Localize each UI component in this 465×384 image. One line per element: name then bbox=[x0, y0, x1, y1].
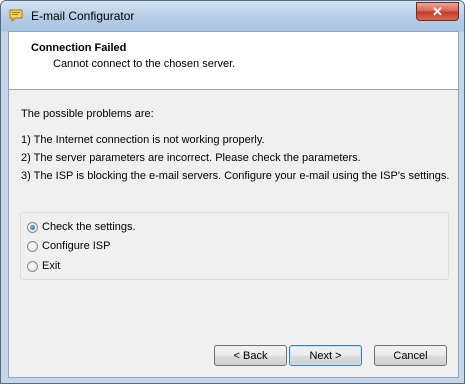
radio-icon[interactable] bbox=[27, 260, 38, 272]
problem-item: 1) The Internet connection is not workin… bbox=[21, 134, 265, 146]
mail-configurator-icon bbox=[9, 9, 23, 22]
close-button[interactable]: ✕ bbox=[416, 2, 459, 21]
options-group: Check the settings. Configure ISP Exit bbox=[20, 212, 449, 280]
problem-item: 3) The ISP is blocking the e-mail server… bbox=[21, 170, 450, 182]
option-configure-isp[interactable]: Configure ISP bbox=[27, 240, 110, 252]
title-bar[interactable]: E-mail Configurator ✕ bbox=[1, 1, 464, 31]
problem-item: 2) The server parameters are incorrect. … bbox=[21, 152, 361, 164]
option-label[interactable]: Configure ISP bbox=[42, 240, 110, 252]
dialog-window: E-mail Configurator ✕ Connection Failed … bbox=[0, 0, 465, 384]
dialog-client-area: Connection Failed Cannot connect to the … bbox=[8, 31, 459, 378]
window-title: E-mail Configurator bbox=[31, 9, 135, 23]
wizard-header: Connection Failed Cannot connect to the … bbox=[9, 32, 458, 90]
option-exit[interactable]: Exit bbox=[27, 260, 60, 272]
problems-intro: The possible problems are: bbox=[21, 108, 154, 120]
cancel-button[interactable]: Cancel bbox=[374, 345, 447, 366]
page-subtitle: Cannot connect to the chosen server. bbox=[53, 58, 236, 70]
radio-selected-icon[interactable] bbox=[27, 221, 38, 233]
radio-icon[interactable] bbox=[27, 240, 38, 252]
option-check-settings[interactable]: Check the settings. bbox=[27, 221, 136, 233]
close-icon: ✕ bbox=[432, 3, 443, 19]
option-label[interactable]: Exit bbox=[42, 260, 60, 272]
next-button[interactable]: Next > bbox=[289, 345, 362, 366]
page-title: Connection Failed bbox=[31, 42, 127, 54]
back-button[interactable]: < Back bbox=[214, 345, 287, 366]
option-label[interactable]: Check the settings. bbox=[42, 221, 136, 233]
